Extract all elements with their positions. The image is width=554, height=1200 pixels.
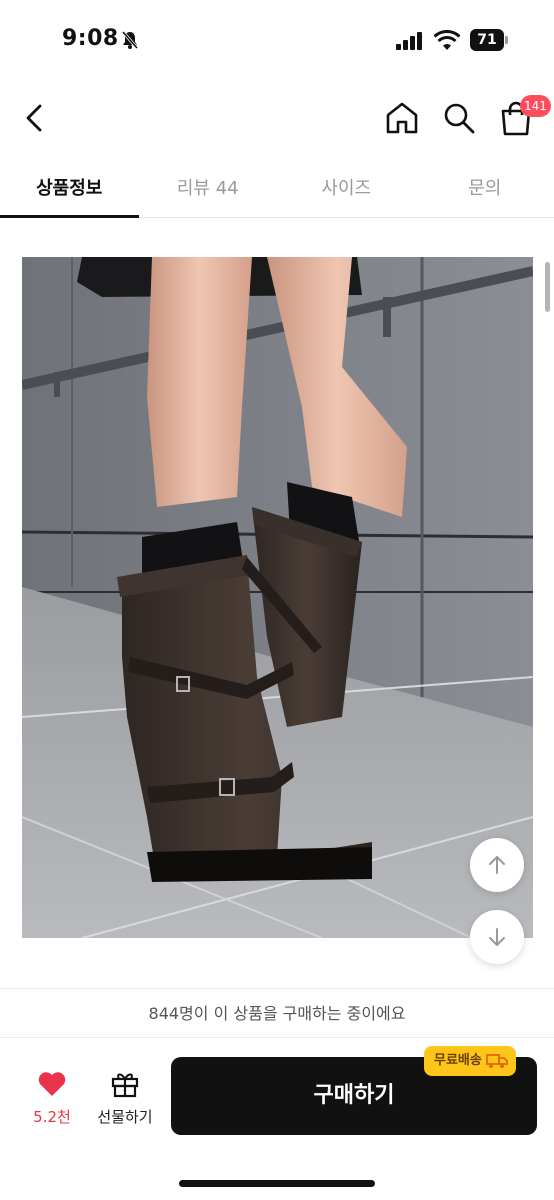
signal-icon: [396, 32, 422, 50]
scroll-top-button[interactable]: [470, 838, 524, 892]
search-button[interactable]: [440, 98, 478, 138]
tab-inquiry[interactable]: 문의: [416, 160, 554, 217]
home-button[interactable]: [382, 98, 422, 138]
tab-bar: 상품정보 리뷰 44 사이즈 문의: [0, 160, 554, 218]
gift-label: 선물하기: [97, 1108, 153, 1126]
cart-count-badge: 141: [520, 95, 551, 117]
free-shipping-badge: 무료배송: [424, 1046, 516, 1076]
home-icon: [386, 102, 418, 134]
wifi-icon: [434, 30, 460, 50]
gift-button[interactable]: 선물하기: [92, 1070, 158, 1130]
status-bar: 9:08 71: [0, 0, 554, 82]
free-shipping-label: 무료배송: [434, 1053, 482, 1068]
truck-icon: [485, 1054, 508, 1068]
scroll-thumb[interactable]: [545, 262, 550, 312]
product-image: [22, 257, 533, 938]
arrow-down-icon: [489, 928, 505, 946]
tab-reviews[interactable]: 리뷰 44: [139, 160, 278, 217]
product-photo-boots: [22, 257, 533, 938]
search-icon: [444, 103, 475, 134]
battery-level: 71: [470, 29, 504, 51]
back-icon: [26, 104, 42, 132]
arrow-up-icon: [489, 856, 505, 874]
like-count: 5.2천: [33, 1108, 71, 1126]
like-button[interactable]: 5.2천: [22, 1070, 82, 1130]
back-button[interactable]: [18, 98, 54, 138]
scroll-bottom-button[interactable]: [470, 910, 524, 964]
heart-icon: [38, 1072, 66, 1096]
purchase-activity-text: 844명이 이 상품을 구매하는 중이에요: [0, 988, 554, 1038]
header: [0, 90, 554, 146]
tab-size[interactable]: 사이즈: [277, 160, 416, 217]
battery-icon: 71: [470, 29, 508, 51]
status-time: 9:08: [62, 26, 119, 51]
gift-icon: [111, 1073, 139, 1098]
tab-product-info[interactable]: 상품정보: [0, 160, 139, 218]
home-indicator: [179, 1180, 375, 1187]
bell-slash-icon: [121, 31, 139, 49]
